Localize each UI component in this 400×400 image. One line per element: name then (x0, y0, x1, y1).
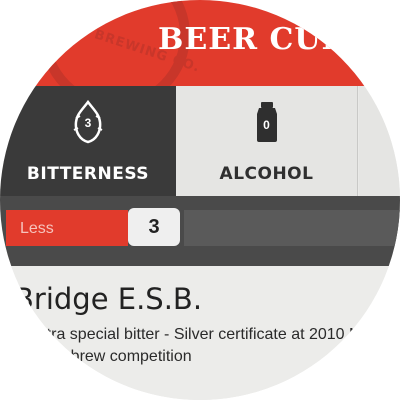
slider-track[interactable] (184, 210, 400, 246)
bottle-icon: 0 (249, 100, 285, 144)
app-title: BEER CURAT (158, 22, 394, 57)
tab-alcohol[interactable]: 0 ALCOHOL (176, 86, 358, 196)
category-tabs: 3 BITTERNESS 0 ALCOHOL (0, 86, 400, 196)
bitterness-icon-value: 3 (84, 116, 92, 130)
tab-bitterness[interactable]: 3 BITTERNESS (0, 86, 176, 196)
slider-less-label: Less (20, 220, 54, 237)
alcohol-icon-value: 0 (263, 118, 270, 132)
beer-name: Bridge E.S.B. (14, 282, 203, 316)
slider-value-handle[interactable]: 3 (128, 208, 180, 246)
beer-detail: Bridge E.S.B. Extra special bitter - Sil… (0, 266, 400, 400)
tab-alcohol-label: ALCOHOL (219, 164, 314, 184)
app-header: BREWING CO. BEER CURAT (0, 0, 400, 110)
tab-bitterness-label: BITTERNESS (26, 164, 150, 184)
hop-icon: 3 (70, 100, 106, 144)
bitterness-scale-slider[interactable]: Less 3 (0, 196, 400, 266)
app-viewport: BREWING CO. BEER CURAT 3 BITTERNESS 0 AL… (0, 0, 400, 400)
beer-description: Extra special bitter - Silver certificat… (28, 326, 400, 365)
tab-next-partial[interactable] (359, 86, 400, 196)
